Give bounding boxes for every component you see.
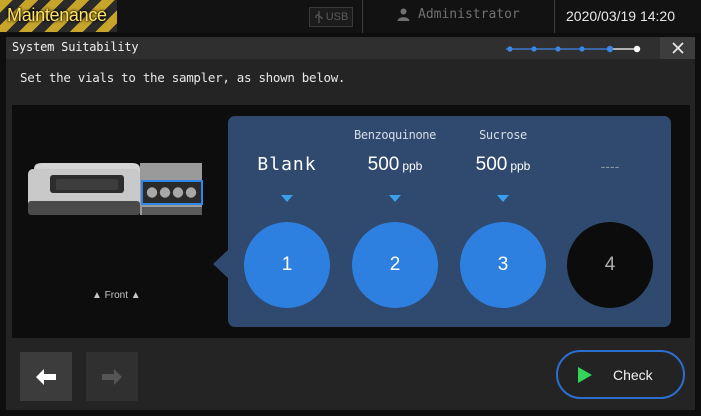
user-icon: [397, 8, 410, 21]
arrow-left-icon: [36, 368, 56, 385]
usb-label: USB: [325, 11, 349, 23]
user-indicator[interactable]: Administrator: [397, 7, 520, 22]
vial-slot: 1: [244, 222, 330, 308]
vial-slot-number: 3: [497, 254, 509, 275]
vial-sample-name: Sucrose: [479, 128, 527, 142]
usb-indicator: USB: [309, 7, 353, 27]
sampler-illustration: [28, 163, 203, 215]
status-bar: Maintenance USB Administrator 2020/03/19…: [0, 0, 701, 33]
callout-pointer: [213, 249, 229, 279]
vial-slot-number: 1: [281, 254, 293, 275]
vial-concentration: 500 ppb: [453, 154, 553, 176]
step-progress: [500, 42, 646, 54]
vial-value: 500: [475, 154, 508, 175]
usb-icon: [315, 11, 323, 23]
back-button[interactable]: [20, 352, 72, 401]
vial-concentration: ----: [560, 158, 660, 174]
vial-value: Blank: [257, 154, 317, 175]
vial-position-4: ---- 4: [560, 116, 660, 327]
down-arrow-icon: [497, 195, 509, 202]
vial-position-3: Sucrose 500 ppb 3: [453, 116, 553, 327]
user-name: Administrator: [418, 7, 520, 22]
front-label: ▲ Front ▲: [92, 290, 141, 301]
check-button-label: Check: [613, 367, 653, 383]
window-titlebar: System Suitability: [6, 37, 695, 59]
divider: [554, 0, 555, 33]
datetime: 2020/03/19 14:20: [566, 8, 675, 24]
instruction-text: Set the vials to the sampler, as shown b…: [20, 70, 346, 85]
vial-value: 500: [367, 154, 400, 175]
divider: [362, 0, 363, 33]
vial-positions-card: Blank 1 Benzoquinone 500 ppb 2 Sucrose 50…: [228, 116, 671, 327]
next-button[interactable]: [86, 352, 138, 401]
step-progress-dots: [506, 45, 641, 53]
vial-position-1: Blank 1: [237, 116, 337, 327]
vial-position-2: Benzoquinone 500 ppb 2: [345, 116, 445, 327]
mode-badge: Maintenance: [0, 0, 117, 32]
vial-slot-number: 2: [389, 254, 401, 275]
check-button[interactable]: Check: [556, 350, 685, 399]
vial-concentration: 500 ppb: [345, 154, 445, 176]
vial-unit: ppb: [402, 159, 423, 173]
play-icon: [578, 367, 592, 383]
close-icon: [671, 42, 684, 54]
vial-concentration: Blank: [237, 154, 337, 175]
vial-slot: 4: [567, 222, 653, 308]
window-title: System Suitability: [12, 40, 139, 54]
arrow-right-icon: [102, 368, 122, 385]
vial-value: ----: [600, 158, 620, 174]
vial-unit: ppb: [510, 159, 531, 173]
down-arrow-icon: [389, 195, 401, 202]
vial-slot-number: 4: [604, 254, 616, 275]
down-arrow-icon: [281, 195, 293, 202]
vial-sample-name: Benzoquinone: [354, 128, 436, 142]
vial-slot: 2: [352, 222, 438, 308]
mode-badge-label: Maintenance: [7, 5, 107, 25]
close-button[interactable]: [660, 37, 695, 59]
vial-slot: 3: [460, 222, 546, 308]
